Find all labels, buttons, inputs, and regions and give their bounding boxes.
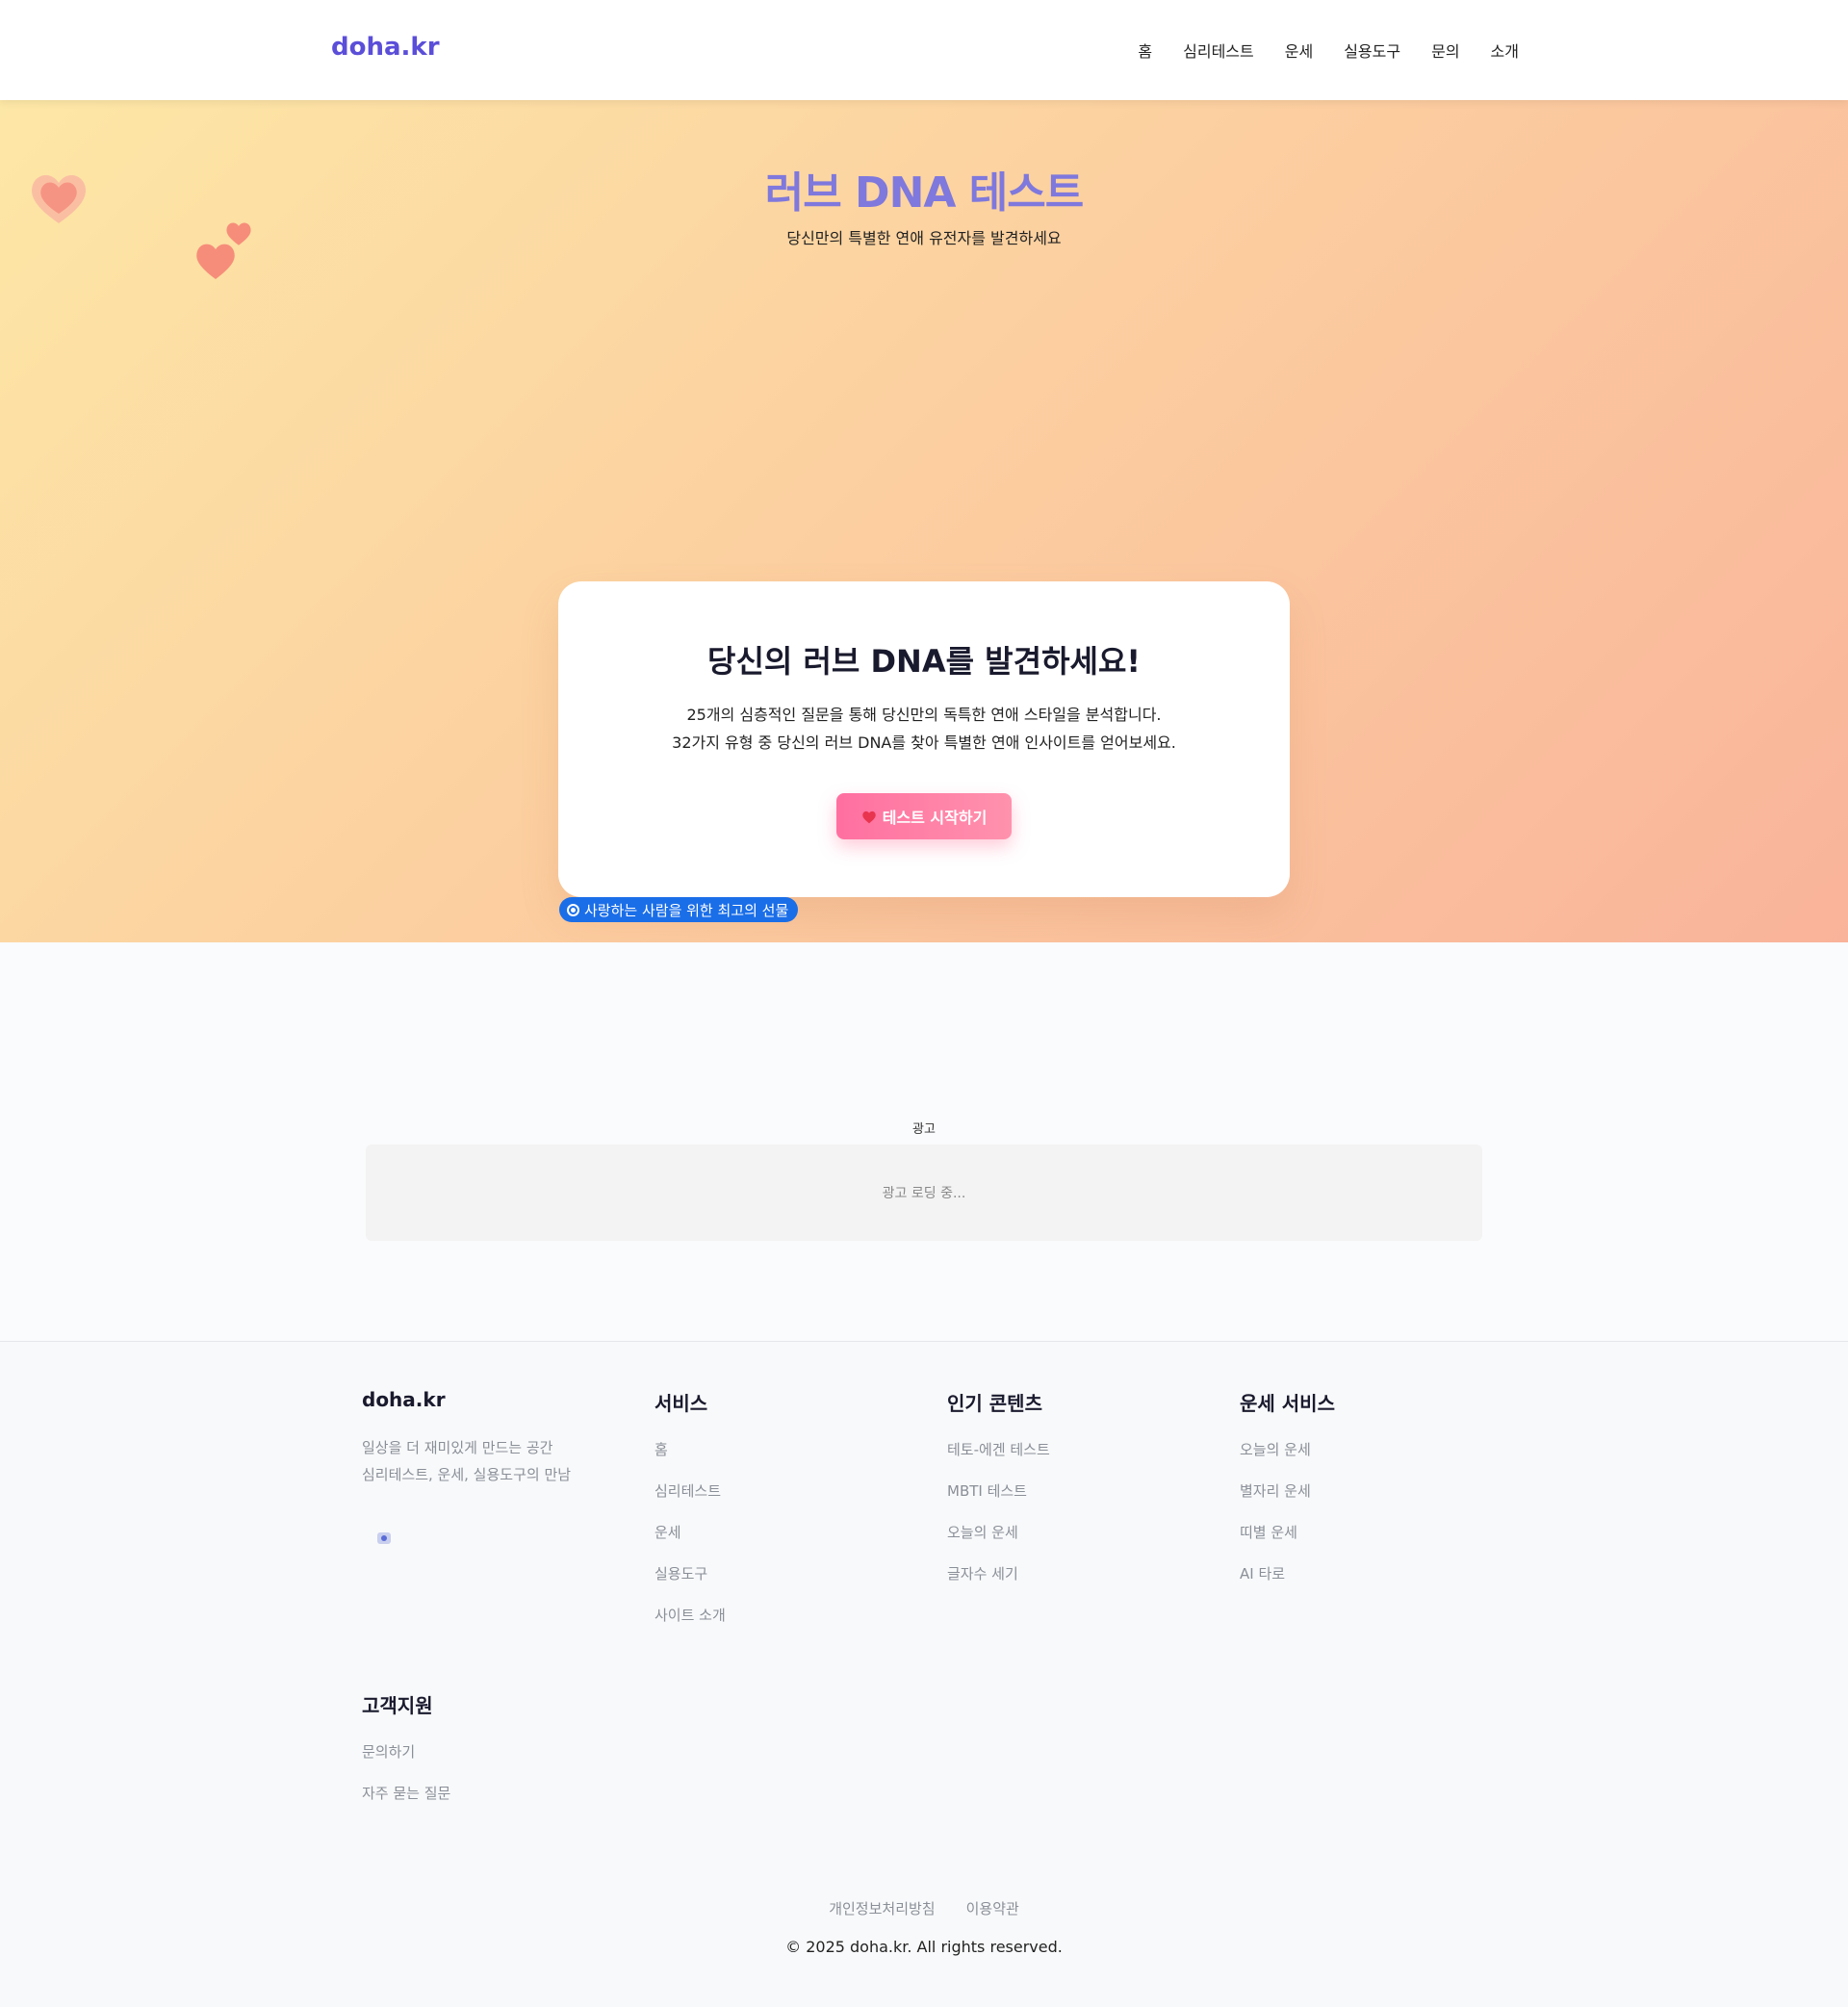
- site-logo[interactable]: doha.kr: [331, 33, 440, 62]
- target-icon: [567, 903, 579, 916]
- nav-link-tools[interactable]: 실용도구: [1344, 39, 1400, 62]
- footer-link-about[interactable]: 사이트 소개: [654, 1605, 726, 1646]
- ad-slot[interactable]: 광고 로딩 중...: [366, 1145, 1482, 1241]
- footer-link-ai-tarot[interactable]: AI 타로: [1240, 1563, 1335, 1605]
- top-nav: doha.kr 홈 심리테스트 운세 실용도구 문의 소개: [0, 0, 1848, 100]
- footer-bottom: 개인정보처리방침 이용약관 © 2025 doha.kr. All rights…: [0, 1898, 1848, 1956]
- footer-link-animal-fortune[interactable]: 띠별 운세: [1240, 1522, 1335, 1563]
- intro-card-description: 25개의 심층적인 질문을 통해 당신만의 독특한 연애 스타일을 분석합니다.…: [558, 701, 1290, 757]
- footer-link-tools[interactable]: 실용도구: [654, 1563, 726, 1605]
- footer-link-contact[interactable]: 문의하기: [362, 1741, 450, 1783]
- start-test-label: 테스트 시작하기: [882, 809, 988, 827]
- footer-popular: 인기 콘텐츠 테토-에겐 테스트 MBTI 테스트 오늘의 운세 글자수 세기: [947, 1388, 1050, 1605]
- footer-services-title: 서비스: [654, 1392, 708, 1415]
- social-icon[interactable]: [377, 1532, 391, 1544]
- footer-link-zodiac-fortune[interactable]: 별자리 운세: [1240, 1480, 1335, 1522]
- page-title: 러브 DNA 테스트: [764, 168, 1084, 218]
- footer-legal-links: 개인정보처리방침 이용약관: [0, 1898, 1848, 1918]
- footer-link-faq[interactable]: 자주 묻는 질문: [362, 1783, 450, 1824]
- copyright: © 2025 doha.kr. All rights reserved.: [785, 1938, 1063, 1956]
- footer-brand-line-2: 심리테스트, 운세, 실용도구의 만남: [362, 1466, 572, 1483]
- footer-fortune: 운세 서비스 오늘의 운세 별자리 운세 띠별 운세 AI 타로: [1240, 1388, 1335, 1605]
- gift-badge-label: 사랑하는 사람을 위한 최고의 선물: [584, 901, 789, 919]
- ad-label: 광고: [912, 1122, 936, 1137]
- footer-link-teto-egen[interactable]: 테토-에겐 테스트: [947, 1439, 1050, 1480]
- nav-link-about[interactable]: 소개: [1491, 39, 1519, 62]
- footer-link-char-count[interactable]: 글자수 세기: [947, 1563, 1050, 1605]
- site-footer: doha.kr 일상을 더 재미있게 만드는 공간 심리테스트, 운세, 실용도…: [0, 1341, 1848, 2007]
- nav-link-home[interactable]: 홈: [1138, 39, 1152, 62]
- privacy-policy-link[interactable]: 개인정보처리방침: [829, 1898, 935, 1918]
- intro-desc-line-1: 25개의 심층적인 질문을 통해 당신만의 독특한 연애 스타일을 분석합니다.: [686, 706, 1162, 724]
- heart-icon: [861, 811, 876, 823]
- nav-links: 홈 심리테스트 운세 실용도구 문의 소개: [1138, 39, 1519, 62]
- page-subtitle: 당신만의 특별한 연애 유전자를 발견하세요: [786, 229, 1062, 247]
- intro-card: 당신의 러브 DNA를 발견하세요! 25개의 심층적인 질문을 통해 당신만의…: [558, 581, 1290, 897]
- nav-link-psych-test[interactable]: 심리테스트: [1183, 39, 1254, 62]
- footer-brand-title: doha.kr: [362, 1388, 446, 1411]
- nav-link-fortune[interactable]: 운세: [1285, 39, 1313, 62]
- footer-link-mbti[interactable]: MBTI 테스트: [947, 1480, 1050, 1522]
- ad-loading-text: 광고 로딩 중...: [882, 1186, 966, 1201]
- footer-support-title: 고객지원: [362, 1694, 433, 1717]
- footer-support: 고객지원 문의하기 자주 묻는 질문: [362, 1690, 450, 1824]
- footer-brand: doha.kr 일상을 더 재미있게 만드는 공간 심리테스트, 운세, 실용도…: [362, 1388, 571, 1488]
- nav-link-contact[interactable]: 문의: [1431, 39, 1459, 62]
- footer-link-fortune[interactable]: 운세: [654, 1522, 726, 1563]
- footer-popular-title: 인기 콘텐츠: [947, 1392, 1042, 1415]
- footer-link-psych-test[interactable]: 심리테스트: [654, 1480, 726, 1522]
- hero-section: 러브 DNA 테스트 당신만의 특별한 연애 유전자를 발견하세요 당신의 러브…: [0, 100, 1848, 942]
- footer-services: 서비스 홈 심리테스트 운세 실용도구 사이트 소개: [654, 1388, 726, 1646]
- footer-link-today-fortune[interactable]: 오늘의 운세: [1240, 1439, 1335, 1480]
- footer-brand-line-1: 일상을 더 재미있게 만드는 공간: [362, 1439, 553, 1456]
- start-test-button[interactable]: 테스트 시작하기: [836, 793, 1012, 839]
- footer-fortune-title: 운세 서비스: [1240, 1392, 1335, 1415]
- footer-link-daily-fortune[interactable]: 오늘의 운세: [947, 1522, 1050, 1563]
- footer-link-home[interactable]: 홈: [654, 1439, 726, 1480]
- gift-badge[interactable]: 사랑하는 사람을 위한 최고의 선물: [559, 897, 799, 922]
- ad-section: 광고 광고 로딩 중...: [0, 942, 1848, 1341]
- intro-desc-line-2: 32가지 유형 중 당신의 러브 DNA를 찾아 특별한 연애 인사이트를 얻어…: [672, 733, 1176, 752]
- intro-card-title: 당신의 러브 DNA를 발견하세요!: [707, 643, 1141, 680]
- terms-link[interactable]: 이용약관: [966, 1898, 1019, 1918]
